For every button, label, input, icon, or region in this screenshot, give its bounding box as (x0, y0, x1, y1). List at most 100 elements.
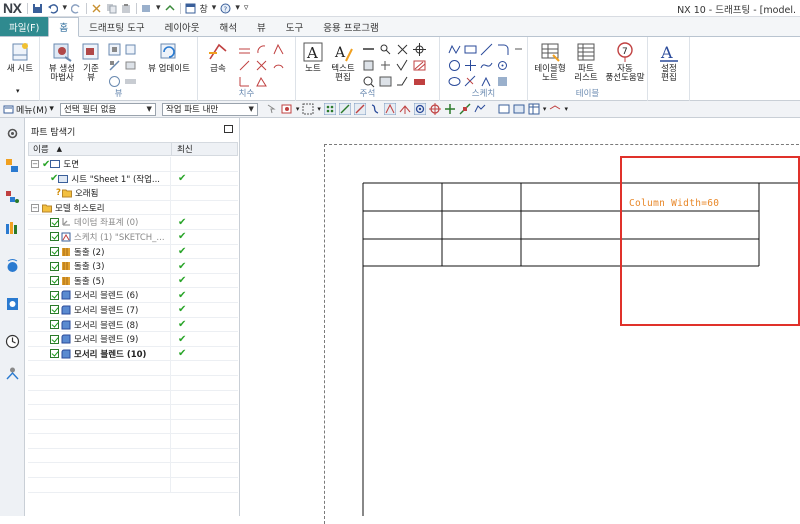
visibility-checkbox[interactable] (50, 349, 59, 359)
tree-node-edge-blend-6[interactable]: 모서리 블렌드 (6) ✔ (28, 288, 238, 303)
collapse-icon[interactable]: − (31, 203, 39, 212)
angular-dim-icon[interactable] (272, 43, 285, 56)
delete-x-icon[interactable] (396, 43, 409, 56)
tree-node-edge-blend-7[interactable]: 모서리 블렌드 (7) ✔ (28, 302, 238, 318)
workflow-dropdown-icon[interactable]: ▾ (564, 105, 568, 113)
save-icon[interactable] (32, 3, 43, 14)
visibility-checkbox[interactable] (50, 247, 59, 257)
view-create-wizard-button[interactable]: 뷰 생성 마법사 (45, 41, 79, 83)
tab-view[interactable]: 뷰 (247, 17, 276, 36)
section-view-icon[interactable] (108, 59, 121, 72)
linear-dim-icon[interactable] (238, 43, 251, 56)
tree-node-out-of-date[interactable]: ? 오래됨 (28, 186, 238, 201)
table-display-icon[interactable] (528, 103, 540, 115)
snap-enable-icon[interactable] (323, 103, 336, 115)
column-header-name[interactable]: 이름 ▲ (29, 143, 172, 155)
radial-dim-icon[interactable] (255, 43, 268, 56)
tree-node-model-history[interactable]: − 모델 히스토리 (28, 200, 238, 216)
profile-icon[interactable] (448, 43, 461, 56)
rectangle-icon[interactable] (464, 43, 477, 56)
selected-column-highlight[interactable] (620, 156, 800, 326)
window-menu[interactable]: 창 (200, 2, 208, 15)
type-filter-dropdown-icon[interactable]: ▾ (296, 105, 300, 113)
circle-icon[interactable] (448, 59, 461, 72)
visibility-checkbox[interactable] (50, 320, 59, 330)
tree-node-edge-blend-10[interactable]: 모서리 블렌드 (10) ✔ (28, 346, 238, 362)
settings-gear-icon[interactable] (5, 126, 20, 141)
paste-icon[interactable] (121, 3, 132, 14)
tree-node-extrude-2[interactable]: 돌출 (2) ✔ (28, 244, 238, 260)
visibility-checkbox[interactable] (50, 232, 59, 242)
point-icon[interactable] (464, 59, 477, 72)
tab-file[interactable]: 파일(F) (0, 17, 49, 36)
new-sheet-dropdown-icon[interactable]: ▾ (16, 87, 20, 95)
point-on-face-icon[interactable] (459, 103, 471, 115)
visibility-checkbox[interactable] (50, 261, 59, 271)
visibility-checkbox[interactable] (50, 334, 59, 344)
tree-node-extrude-3[interactable]: 돌출 (3) ✔ (28, 259, 238, 274)
drawing-view-icon[interactable] (124, 59, 137, 72)
roles-icon[interactable] (5, 366, 20, 381)
repeat-command-icon[interactable] (141, 3, 152, 14)
rectangle-select-dropdown-icon[interactable]: ▾ (317, 105, 321, 113)
tab-tools[interactable]: 도구 (276, 17, 313, 36)
sketch-more-icon[interactable] (512, 43, 525, 56)
text-edit-button[interactable]: A 텍스트 편집 (328, 41, 358, 83)
workflow-icon[interactable] (549, 103, 561, 115)
parts-list-button[interactable]: 파트 리스트 (570, 41, 602, 83)
redo-icon[interactable] (70, 3, 82, 14)
tree-node-datum-csys[interactable]: 데이텀 좌표계 (0) ✔ (28, 215, 238, 230)
collapse-icon[interactable]: − (31, 160, 39, 168)
studio-spline-icon[interactable] (480, 59, 493, 72)
auto-balloon-button[interactable]: 7 자동 풍선도움말 (604, 41, 646, 83)
tree-node-drawing[interactable]: − ✔ 도면 (28, 157, 238, 172)
table-display-dropdown-icon[interactable]: ▾ (543, 105, 547, 113)
copy-icon[interactable] (106, 3, 117, 14)
symbol-icon[interactable] (379, 59, 392, 72)
break-view-icon[interactable] (124, 43, 137, 56)
visibility-checkbox[interactable] (50, 276, 59, 286)
display-sheet-icon[interactable] (513, 103, 525, 115)
end-point-icon[interactable] (338, 103, 351, 115)
tab-drafting-tools[interactable]: 드래프팅 도구 (79, 17, 154, 36)
window-dropdown-icon[interactable]: ▾ (212, 3, 217, 13)
drawing-sheet-icon[interactable] (498, 103, 510, 115)
settings-edit-button[interactable]: A 설정 편집 (654, 41, 684, 83)
select-all-icon[interactable] (266, 103, 278, 115)
intersection-point-icon[interactable] (383, 103, 396, 115)
datum-target-icon[interactable] (362, 59, 375, 72)
chamfer-dim-icon[interactable] (238, 59, 251, 72)
tree-node-edge-blend-9[interactable]: 모서리 블렌드 (9) ✔ (28, 332, 238, 347)
mid-point-icon[interactable] (353, 103, 366, 115)
fillet-icon[interactable] (496, 43, 509, 56)
note-button[interactable]: A 노트 (300, 41, 326, 74)
tree-node-edge-blend-8[interactable]: 모서리 블렌드 (8) ✔ (28, 317, 238, 333)
help-icon[interactable]: ? (220, 3, 231, 14)
tab-analysis[interactable]: 해석 (210, 17, 247, 36)
visibility-checkbox[interactable] (50, 290, 59, 300)
tab-home[interactable]: 홈 (48, 17, 80, 37)
target-point-icon[interactable] (413, 43, 426, 56)
help-dropdown-icon[interactable]: ▾ (235, 3, 240, 13)
tree-node-sketch[interactable]: 스케치 (1) "SKETCH_... ✔ (28, 229, 238, 245)
bounded-grid-icon[interactable] (474, 103, 486, 115)
arc-center-icon[interactable] (399, 103, 411, 115)
tabular-note-button[interactable]: 테이블형 노트 (532, 41, 568, 83)
visibility-checkbox[interactable] (50, 305, 59, 315)
touch-mode-icon[interactable] (164, 3, 176, 14)
base-view-button[interactable]: 기준 뷰 (78, 41, 104, 83)
undo-dropdown-icon[interactable]: ▾ (62, 3, 67, 13)
tab-applications[interactable]: 응용 프로그램 (313, 17, 388, 36)
reuse-library-icon[interactable] (5, 220, 20, 235)
existing-point-icon[interactable] (444, 103, 456, 115)
tree-node-extrude-5[interactable]: 돌출 (5) ✔ (28, 273, 238, 289)
arc-length-dim-icon[interactable] (272, 59, 285, 72)
hatch-icon[interactable] (413, 59, 426, 72)
thickness-dim-icon[interactable] (255, 59, 268, 72)
undo-icon[interactable] (47, 3, 59, 14)
menu-button[interactable]: 메뉴(M) ▾ (3, 103, 54, 116)
quadrant-point-icon[interactable] (413, 103, 426, 115)
surface-finish-icon[interactable] (396, 59, 409, 72)
graphics-window[interactable]: Column Width=60 (241, 118, 800, 524)
history-icon[interactable] (5, 296, 20, 311)
